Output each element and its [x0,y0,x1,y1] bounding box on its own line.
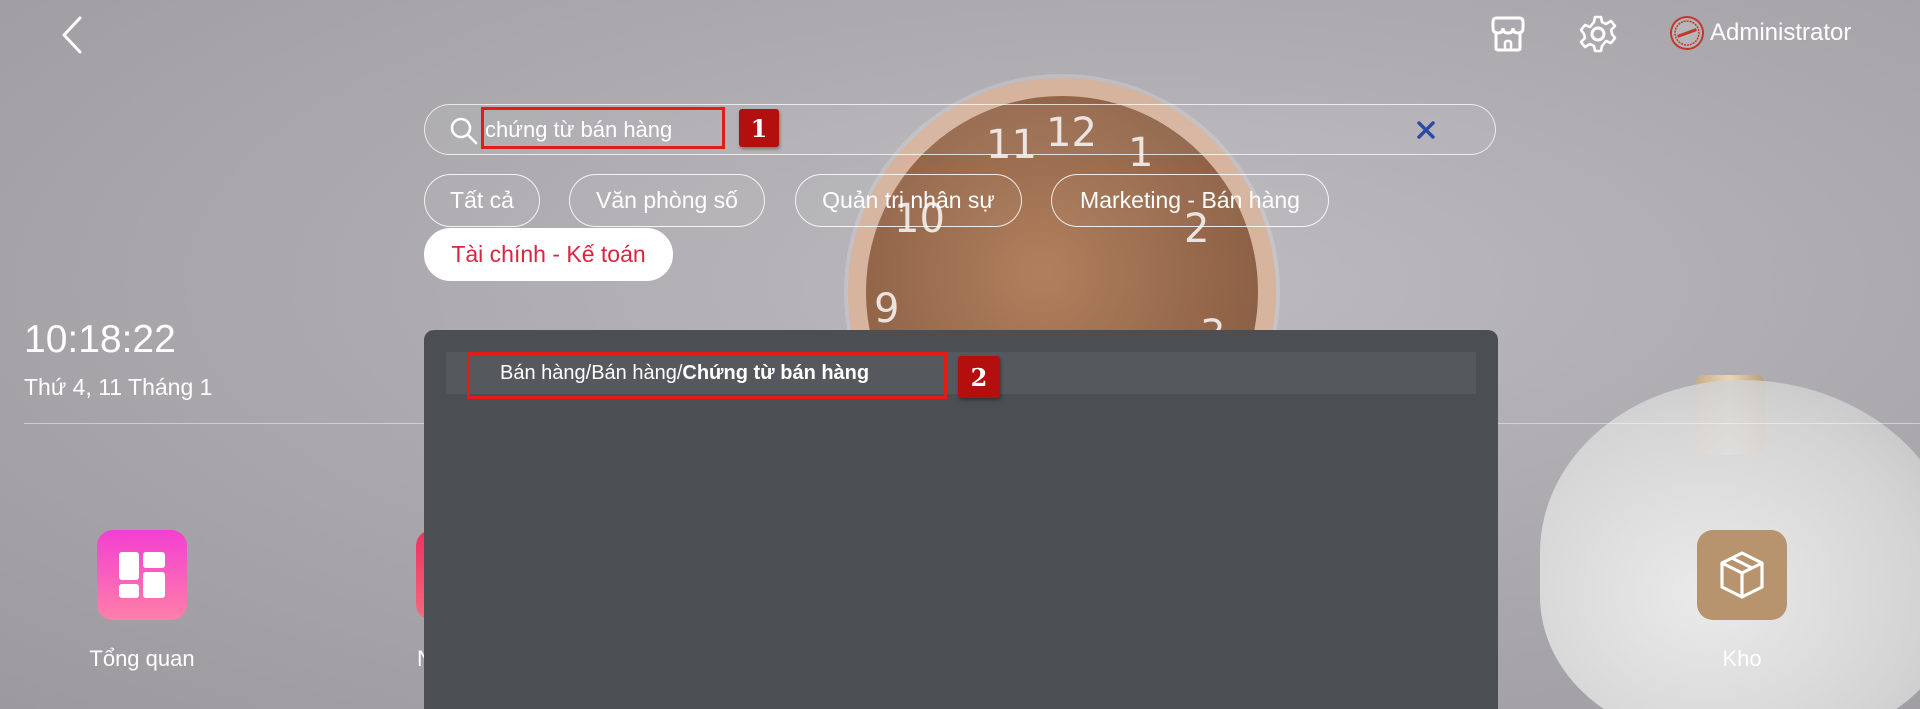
app-label-warehouse: Kho [1722,646,1762,671]
annotation-box-1 [481,107,725,149]
app-label-overview: Tổng quan [89,646,195,671]
app-tile-overview[interactable] [97,530,187,620]
store-button[interactable] [1488,14,1528,54]
close-icon[interactable] [1413,117,1439,143]
back-button[interactable] [58,14,88,56]
user-menu[interactable]: Administrator [1665,11,1852,55]
current-date: Thứ 4, 11 Tháng 1 [24,374,213,400]
filter-chip-digital-office[interactable]: Văn phòng số [569,174,765,227]
gear-icon [1579,15,1617,53]
settings-button[interactable] [1578,14,1618,54]
filter-chip-marketing-sales[interactable]: Marketing - Bán hàng [1051,174,1329,227]
annotation-badge-1: 1 [739,109,779,147]
chevron-left-icon [62,16,82,54]
filter-chip-all[interactable]: Tất cả [424,174,540,227]
search-icon [450,117,478,145]
filter-chip-hr[interactable]: Quản trị nhân sự [795,174,1022,227]
certified-seal-icon [1665,11,1709,55]
app-tile-warehouse[interactable] [1697,530,1787,620]
store-icon [1491,16,1525,52]
annotation-badge-2: 2 [958,356,1000,398]
current-time: 10:18:22 [24,318,176,361]
user-name: Administrator [1710,19,1852,46]
box-icon [1720,551,1764,599]
clock-number: 9 [874,286,900,332]
annotation-box-2 [467,352,947,399]
dashboard-icon [119,552,165,598]
filter-chip-finance-accounting[interactable]: Tài chính - Kế toán [424,228,673,281]
